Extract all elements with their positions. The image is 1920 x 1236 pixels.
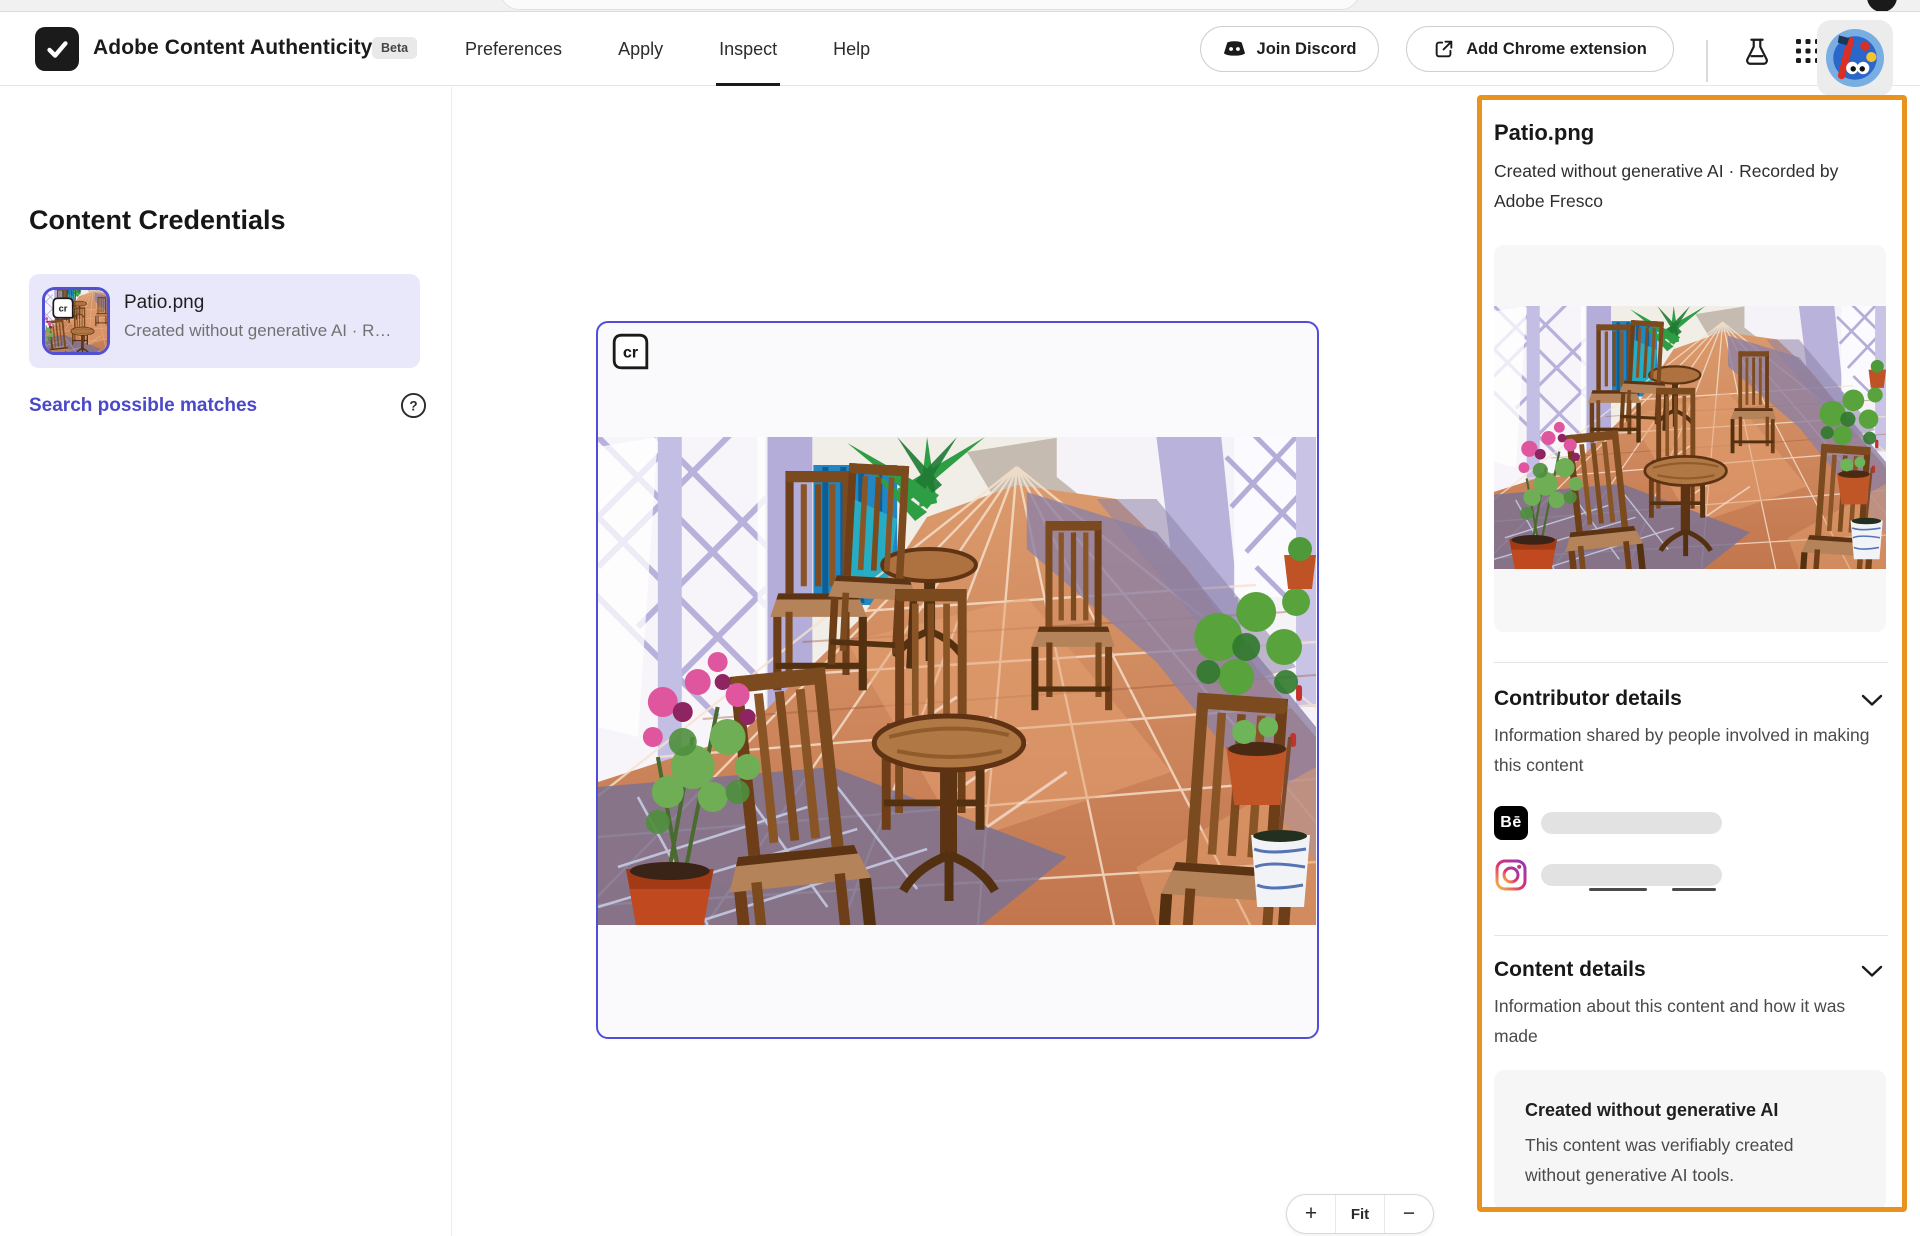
asset-summary: Created without generative AI · R… <box>124 321 391 341</box>
section-divider <box>1494 935 1888 936</box>
zoom-out-button[interactable]: − <box>1384 1195 1433 1233</box>
panel-thumbnail-image <box>1494 306 1886 569</box>
cr-mini-badge-icon <box>52 297 74 319</box>
contributor-section-toggle[interactable] <box>1860 688 1884 712</box>
search-possible-matches-link[interactable]: Search possible matches <box>29 395 257 417</box>
contributor-details-description: Information shared by people involved in… <box>1494 720 1890 780</box>
inspected-image-frame: cr <box>596 321 1319 1039</box>
add-chrome-extension-label: Add Chrome extension <box>1466 40 1647 59</box>
flask-icon <box>1742 36 1772 66</box>
svg-text:?: ? <box>409 398 417 413</box>
asset-thumbnail <box>42 287 110 355</box>
nav-item-apply[interactable]: Apply <box>618 12 663 86</box>
content-details-title: Content details <box>1494 958 1646 982</box>
sidebar-title: Content Credentials <box>29 205 286 236</box>
redacted-contributor-name <box>1541 864 1722 886</box>
open-external-icon <box>1433 38 1455 60</box>
content-claim-card: Created without generative AI This conte… <box>1494 1070 1886 1211</box>
claim-title: Created without generative AI <box>1525 1100 1778 1121</box>
omnibox-fragment <box>500 0 1360 10</box>
panel-file-name: Patio.png <box>1494 120 1594 146</box>
add-chrome-extension-button[interactable]: Add Chrome extension <box>1406 26 1674 72</box>
join-discord-label: Join Discord <box>1257 40 1357 59</box>
contributor-details-title: Contributor details <box>1494 687 1682 711</box>
inspect-canvas: cr + Fit − <box>453 87 1477 1236</box>
content-details-description: Information about this content and how i… <box>1494 991 1890 1051</box>
chevron-down-icon <box>1861 964 1883 978</box>
partially-hidden-text <box>1589 888 1647 891</box>
content-section-toggle[interactable] <box>1860 959 1884 983</box>
join-discord-button[interactable]: Join Discord <box>1200 26 1379 72</box>
app-title: Adobe Content Authenticity <box>93 36 372 60</box>
partially-hidden-text <box>1672 888 1716 891</box>
question-circle-icon: ? <box>400 392 427 419</box>
account-avatar[interactable] <box>1817 20 1893 96</box>
discord-icon <box>1223 40 1246 58</box>
behance-icon: Bē <box>1494 806 1528 840</box>
zoom-in-button[interactable]: + <box>1287 1195 1335 1233</box>
sidebar: Content Credentials Patio.png Created wi… <box>0 87 452 1236</box>
asset-name: Patio.png <box>124 292 204 314</box>
zoom-fit-button[interactable]: Fit <box>1335 1195 1384 1233</box>
adobe-content-authenticity-app: Adobe Content Authenticity Beta Preferen… <box>0 0 1920 1236</box>
nav-item-inspect[interactable]: Inspect <box>719 12 777 86</box>
primary-nav: Preferences Apply Inspect Help <box>465 12 870 86</box>
claim-body: This content was verifiably created with… <box>1525 1130 1835 1190</box>
inspected-image <box>598 437 1316 925</box>
instagram-icon <box>1494 858 1528 892</box>
header-divider <box>1706 40 1708 82</box>
beta-badge: Beta <box>372 37 417 59</box>
redacted-contributor-name <box>1541 812 1722 834</box>
panel-summary: Created without generative AI · Recorded… <box>1494 156 1888 216</box>
chevron-down-icon <box>1861 693 1883 707</box>
experiments-button[interactable] <box>1740 34 1774 68</box>
nav-item-preferences[interactable]: Preferences <box>465 12 562 86</box>
checkmark-logo-icon <box>42 34 72 64</box>
cr-badge-label: cr <box>623 344 638 361</box>
nav-item-help[interactable]: Help <box>833 12 870 86</box>
browser-chrome-sliver <box>0 0 1920 12</box>
panel-thumbnail-card <box>1494 245 1886 632</box>
credentials-details-panel: Patio.png Created without generative AI … <box>1477 95 1907 1212</box>
contributor-row-instagram[interactable] <box>1494 858 1722 892</box>
header: Adobe Content Authenticity Beta Preferen… <box>0 12 1920 86</box>
zoom-controls: + Fit − <box>1286 1194 1434 1234</box>
cr-badge-icon[interactable]: cr <box>612 333 649 370</box>
help-tooltip-button[interactable]: ? <box>398 390 428 420</box>
contributor-row-behance[interactable]: Bē <box>1494 806 1722 840</box>
browser-profile-fragment <box>1867 0 1897 12</box>
asset-list-item-patio[interactable]: Patio.png Created without generative AI … <box>29 274 420 368</box>
section-divider <box>1494 662 1888 663</box>
app-logo[interactable] <box>35 27 79 71</box>
palette-avatar-icon <box>1826 29 1884 87</box>
